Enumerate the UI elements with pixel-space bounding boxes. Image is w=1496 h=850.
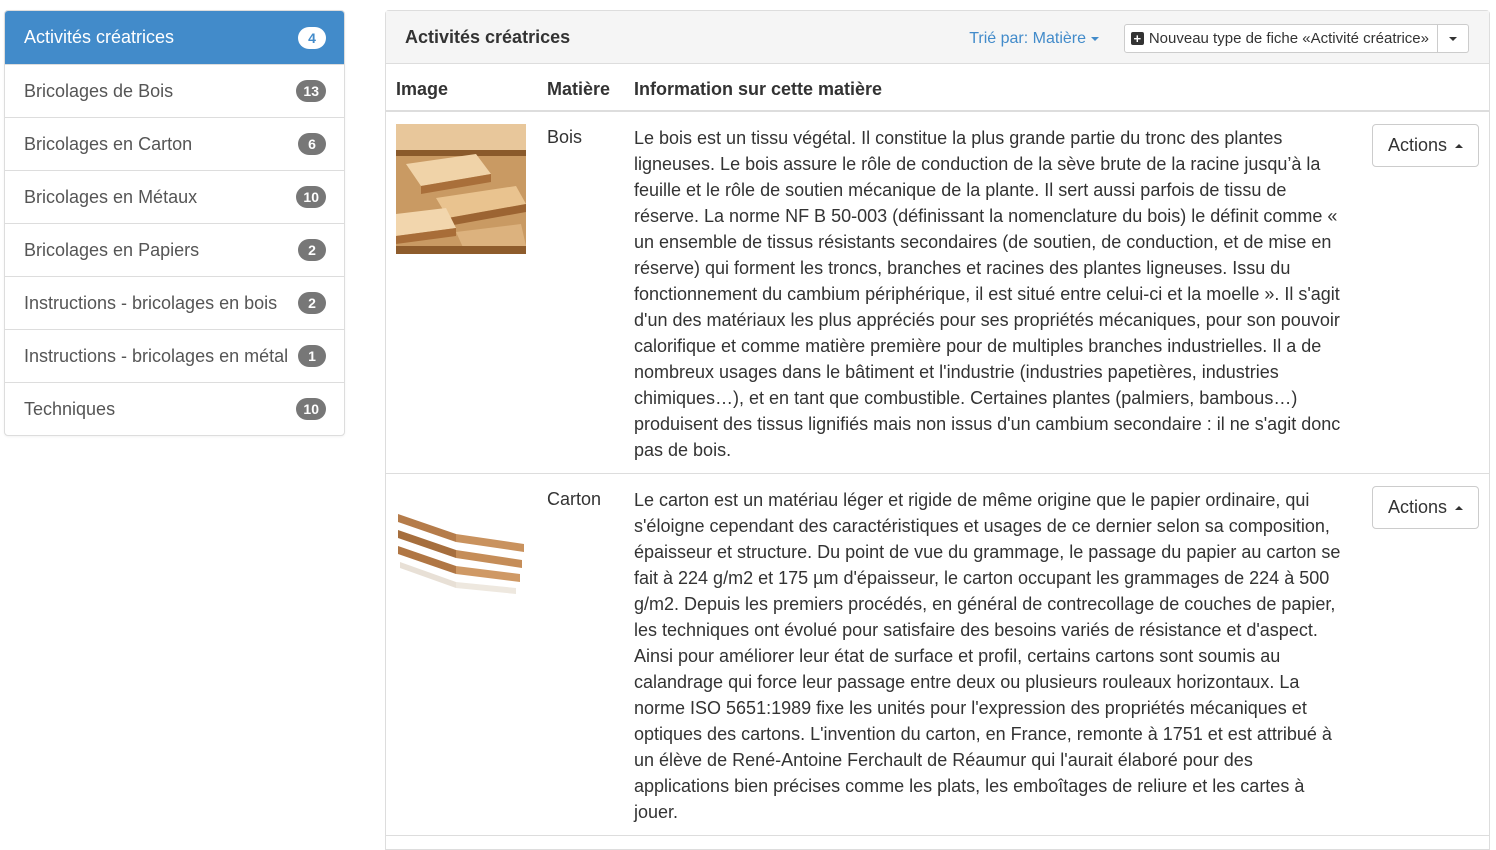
actions-button[interactable]: Actions [1371,124,1479,167]
panel-title: Activités créatrices [405,27,571,47]
actions-label: Actions [1387,135,1447,155]
new-record-label: Nouveau type de fiche «Activité créatric… [1148,30,1429,47]
actions-button[interactable]: Actions [1371,486,1479,529]
material-name: Bois [547,127,583,147]
count-badge: 2 [298,292,326,314]
material-info: Le bois est un tissu végétal. Il constit… [634,128,1341,460]
caret-up-icon [1455,143,1463,148]
sidebar-item-activites-creatrices[interactable]: Activités créatrices 4 [5,11,344,64]
wood-planks-image [396,124,526,254]
sidebar-item-bricolages-papiers[interactable]: Bricolages en Papiers 2 [5,223,344,276]
caret-down-icon [1091,37,1099,41]
table-row: Bois Le bois est un tissu végétal. Il co… [386,112,1489,474]
sidebar-item-techniques[interactable]: Techniques 10 [5,382,344,435]
table-header: Image Matière Information sur cette mati… [386,64,1489,112]
sidebar-item-label: Instructions - bricolages en bois [24,292,278,313]
sidebar-item-label: Instructions - bricolages en métal [24,345,289,366]
sidebar-item-bricolages-carton[interactable]: Bricolages en Carton 6 [5,117,344,170]
caret-up-icon [1455,505,1463,510]
caret-down-icon [1449,36,1457,41]
category-sidebar: Activités créatrices 4 Bricolages de Boi… [4,10,345,436]
material-name: Carton [547,489,602,509]
count-badge: 13 [296,80,326,102]
sort-dropdown[interactable]: Trié par: Matière [969,30,1099,48]
count-badge: 10 [296,186,326,208]
column-header-image: Image [396,79,449,99]
sidebar-item-instructions-bois[interactable]: Instructions - bricolages en bois 2 [5,276,344,329]
sidebar-item-label: Activités créatrices [24,27,175,47]
sidebar-item-label: Techniques [24,398,116,419]
column-header-material: Matière [547,79,611,99]
count-badge: 4 [298,26,326,49]
sidebar-item-label: Bricolages en Papiers [24,239,200,260]
material-info: Le carton est un matériau léger et rigid… [634,490,1341,822]
plus-icon: + [1130,32,1144,45]
cardboard-image [396,486,526,616]
new-record-button-group: + Nouveau type de fiche «Activité créatr… [1123,24,1469,53]
sidebar-item-instructions-metal[interactable]: Instructions - bricolages en métal 1 [5,329,344,382]
sidebar-item-bricolages-bois[interactable]: Bricolages de Bois 13 [5,64,344,117]
count-badge: 6 [298,133,326,155]
table-row: Carton Le carton est un matériau léger e… [386,474,1489,836]
count-badge: 1 [298,345,326,367]
count-badge: 10 [296,398,326,420]
new-record-button[interactable]: + Nouveau type de fiche «Activité créatr… [1123,24,1438,53]
sidebar-item-bricolages-metaux[interactable]: Bricolages en Métaux 10 [5,170,344,223]
sort-label: Trié par: Matière [969,30,1086,47]
materials-panel: Activités créatrices Trié par: Matière +… [385,10,1490,850]
sidebar-item-label: Bricolages en Métaux [24,186,198,207]
panel-header: Activités créatrices Trié par: Matière +… [386,11,1489,64]
sidebar-item-label: Bricolages de Bois [24,80,174,101]
count-badge: 2 [298,239,326,261]
new-record-dropdown-toggle[interactable] [1438,24,1469,53]
column-header-info: Information sur cette matière [634,79,883,99]
actions-label: Actions [1387,497,1447,517]
sidebar-item-label: Bricolages en Carton [24,133,193,154]
